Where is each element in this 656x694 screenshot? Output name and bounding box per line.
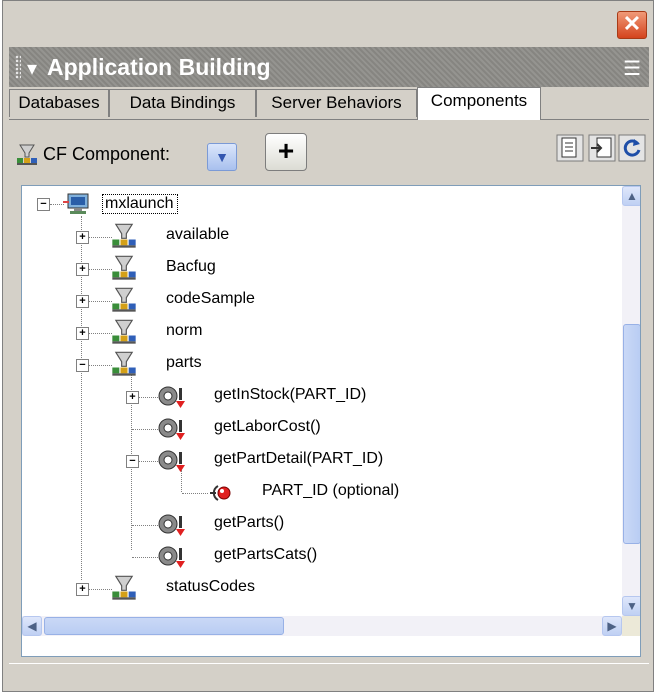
component-type-label: CF Component: bbox=[43, 144, 171, 164]
component-icon bbox=[112, 287, 136, 312]
panel-title[interactable]: Application Building bbox=[47, 54, 271, 81]
component-icon bbox=[112, 319, 136, 344]
tree-label: norm bbox=[166, 322, 203, 339]
tree-label: Bacfug bbox=[166, 258, 216, 275]
tab-components[interactable]: Components bbox=[417, 87, 541, 120]
edit-code-icon[interactable] bbox=[555, 133, 585, 163]
gripper-icon[interactable] bbox=[15, 55, 21, 79]
chevron-down-icon[interactable]: ▼ bbox=[207, 143, 237, 171]
cf-component-icon bbox=[17, 144, 37, 165]
site-icon bbox=[63, 193, 89, 214]
component-type-select[interactable]: CF Component: ▼ bbox=[13, 141, 259, 171]
component-tree[interactable]: − mxlaunch + available + Bacfug + codeSa… bbox=[21, 185, 641, 657]
panel-options-icon[interactable]: ☰ bbox=[623, 56, 641, 81]
method-icon bbox=[158, 514, 185, 536]
components-toolbar: CF Component: ▼ + bbox=[9, 119, 649, 181]
scroll-up-button[interactable]: ▲ bbox=[622, 186, 640, 206]
tab-data-bindings[interactable]: Data Bindings bbox=[109, 89, 256, 117]
collapse-arrow-icon[interactable]: ▾ bbox=[27, 56, 37, 81]
method-icon bbox=[158, 418, 185, 440]
component-icon bbox=[112, 575, 136, 600]
horizontal-scroll-thumb[interactable] bbox=[44, 617, 284, 635]
tree-label: getLaborCost() bbox=[214, 418, 321, 435]
vertical-scrollbar[interactable]: ▲ ▼ bbox=[622, 186, 640, 616]
vertical-scroll-thumb[interactable] bbox=[623, 324, 640, 544]
component-icon bbox=[112, 351, 136, 376]
panel-window: ✕ ▾ Application Building ☰ Databases Dat… bbox=[2, 0, 654, 692]
tab-bar: Databases Data Bindings Server Behaviors… bbox=[9, 87, 649, 120]
component-icon bbox=[112, 223, 136, 248]
scroll-down-button[interactable]: ▼ bbox=[622, 596, 640, 616]
tree-label: getInStock(PART_ID) bbox=[214, 386, 367, 403]
add-component-button[interactable]: + bbox=[265, 133, 307, 171]
tree-label: statusCodes bbox=[166, 578, 255, 595]
tree-label: getParts() bbox=[214, 514, 285, 531]
tree-label: available bbox=[166, 226, 230, 243]
tree-label: PART_ID (optional) bbox=[262, 482, 400, 499]
method-icon bbox=[158, 386, 185, 408]
status-bar bbox=[9, 663, 649, 688]
component-icon bbox=[112, 255, 136, 280]
close-button[interactable]: ✕ bbox=[617, 11, 647, 39]
tree-label[interactable]: mxlaunch bbox=[102, 194, 179, 214]
tree-label: codeSample bbox=[166, 290, 255, 307]
method-icon bbox=[158, 546, 185, 568]
scrollbar-corner bbox=[622, 616, 640, 636]
tree-label: parts bbox=[166, 354, 202, 371]
tree-label: getPartsCats() bbox=[214, 546, 318, 563]
panel-header[interactable]: ▾ Application Building ☰ bbox=[9, 47, 649, 87]
scroll-right-button[interactable]: ▶ bbox=[602, 616, 622, 636]
horizontal-scrollbar[interactable]: ◀ ▶ bbox=[22, 616, 622, 636]
refresh-icon[interactable] bbox=[617, 133, 647, 163]
tab-server-behaviors[interactable]: Server Behaviors bbox=[256, 89, 417, 117]
scroll-left-button[interactable]: ◀ bbox=[22, 616, 42, 636]
tree-label: getPartDetail(PART_ID) bbox=[214, 450, 384, 467]
argument-icon bbox=[210, 485, 231, 501]
window-top-strip: ✕ bbox=[3, 1, 653, 47]
tab-databases[interactable]: Databases bbox=[9, 89, 109, 117]
insert-icon[interactable] bbox=[587, 133, 617, 163]
method-icon bbox=[158, 450, 185, 472]
collapse-toggle[interactable]: − bbox=[37, 198, 50, 211]
